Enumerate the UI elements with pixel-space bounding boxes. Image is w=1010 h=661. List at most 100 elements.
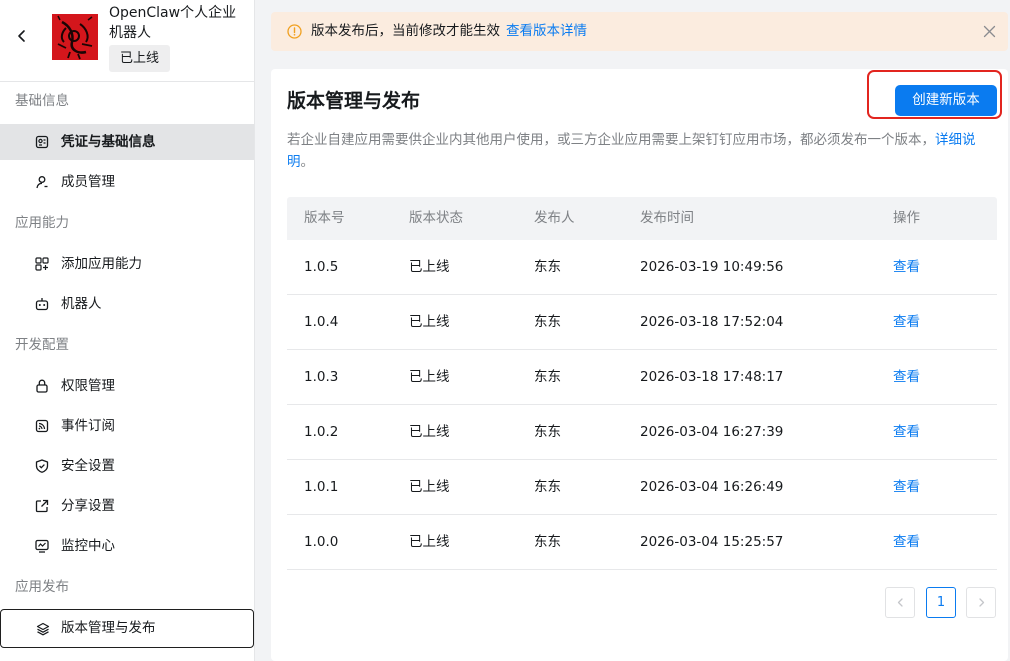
version-management-card: 版本管理与发布 创建新版本 若企业自建应用需要供企业内其他用户使用，或三方企业应… bbox=[271, 69, 1008, 661]
close-icon[interactable] bbox=[983, 25, 996, 38]
app-header: OpenClaw个人企业机器人 已上线 bbox=[0, 0, 254, 82]
lobster-logo-icon bbox=[52, 14, 98, 60]
pagination-prev-button[interactable] bbox=[885, 587, 915, 618]
back-button[interactable] bbox=[12, 26, 32, 46]
table-row: 1.0.1 已上线 东东 2026-03-04 16:26:49 查看 bbox=[287, 460, 997, 515]
monitor-icon bbox=[35, 539, 49, 553]
pagination-next-button[interactable] bbox=[966, 587, 996, 618]
sidebar-item-label: 监控中心 bbox=[61, 538, 115, 554]
apps-add-icon bbox=[35, 257, 49, 271]
cell-status: 已上线 bbox=[409, 534, 450, 550]
cell-version: 1.0.0 bbox=[304, 534, 339, 550]
layers-icon bbox=[36, 622, 50, 636]
cell-status: 已上线 bbox=[409, 314, 450, 330]
sidebar-item-members[interactable]: 成员管理 bbox=[0, 164, 254, 200]
column-header-publisher: 发布人 bbox=[534, 210, 575, 226]
cell-time: 2026-03-18 17:52:04 bbox=[640, 314, 784, 330]
sidebar-item-label: 凭证与基础信息 bbox=[61, 134, 156, 150]
cell-publisher: 东东 bbox=[534, 314, 561, 330]
sidebar: OpenClaw个人企业机器人 已上线 基础信息 凭证与基础信息 成员管理 应用… bbox=[0, 0, 255, 661]
sidebar-item-label: 成员管理 bbox=[61, 174, 115, 190]
chevron-left-icon bbox=[897, 598, 903, 607]
view-link[interactable]: 查看 bbox=[893, 515, 920, 569]
cell-time: 2026-03-18 17:48:17 bbox=[640, 369, 784, 385]
cell-publisher: 东东 bbox=[534, 479, 561, 495]
table-row: 1.0.4 已上线 东东 2026-03-18 17:52:04 查看 bbox=[287, 295, 997, 350]
version-table: 版本号 版本状态 发布人 发布时间 操作 1.0.5 已上线 东东 2026-0… bbox=[287, 197, 997, 570]
sidebar-item-label: 分享设置 bbox=[61, 498, 115, 514]
cell-version: 1.0.3 bbox=[304, 369, 339, 385]
sidebar-item-add-capability[interactable]: 添加应用能力 bbox=[0, 246, 254, 282]
view-link[interactable]: 查看 bbox=[893, 240, 920, 294]
view-version-details-link[interactable]: 查看版本详情 bbox=[506, 23, 587, 39]
cell-publisher: 东东 bbox=[534, 259, 561, 275]
sidebar-item-credentials[interactable]: 凭证与基础信息 bbox=[0, 124, 254, 160]
sidebar-item-label: 权限管理 bbox=[61, 378, 115, 394]
lock-icon bbox=[36, 379, 48, 393]
view-link[interactable]: 查看 bbox=[893, 350, 920, 404]
cell-publisher: 东东 bbox=[534, 534, 561, 550]
chevron-right-icon bbox=[978, 598, 984, 607]
app-status-badge: 已上线 bbox=[109, 45, 171, 72]
robot-icon bbox=[35, 298, 49, 311]
nav-group-dev-config: 开发配置 bbox=[15, 337, 69, 353]
table-row: 1.0.0 已上线 东东 2026-03-04 15:25:57 查看 bbox=[287, 515, 997, 570]
table-header: 版本号 版本状态 发布人 发布时间 操作 bbox=[287, 197, 997, 240]
credential-icon bbox=[35, 135, 49, 149]
notice-message: 版本发布后，当前修改才能生效 bbox=[311, 23, 500, 39]
cell-status: 已上线 bbox=[409, 479, 450, 495]
table-body: 1.0.5 已上线 东东 2026-03-19 10:49:56 查看 1.0.… bbox=[287, 240, 997, 570]
app-name: OpenClaw个人企业机器人 bbox=[109, 5, 237, 41]
sidebar-item-label: 机器人 bbox=[61, 296, 102, 312]
view-link[interactable]: 查看 bbox=[893, 405, 920, 459]
sidebar-item-version-management[interactable]: 版本管理与发布 bbox=[0, 609, 254, 648]
sidebar-item-label: 版本管理与发布 bbox=[61, 620, 156, 636]
view-link[interactable]: 查看 bbox=[893, 460, 920, 514]
sidebar-item-event-subscription[interactable]: 事件订阅 bbox=[0, 408, 254, 444]
cell-version: 1.0.2 bbox=[304, 424, 339, 440]
sidebar-item-label: 安全设置 bbox=[61, 458, 115, 474]
rss-icon bbox=[35, 419, 49, 433]
column-header-time: 发布时间 bbox=[640, 210, 694, 226]
shield-icon bbox=[35, 459, 49, 473]
cell-status: 已上线 bbox=[409, 424, 450, 440]
sidebar-item-label: 事件订阅 bbox=[61, 418, 115, 434]
sidebar-item-monitor[interactable]: 监控中心 bbox=[0, 528, 254, 564]
cell-version: 1.0.1 bbox=[304, 479, 339, 495]
page-description: 若企业自建应用需要供企业内其他用户使用，或三方企业应用需要上架钉钉应用市场，都必… bbox=[287, 129, 993, 173]
table-row: 1.0.3 已上线 东东 2026-03-18 17:48:17 查看 bbox=[287, 350, 997, 405]
cell-time: 2026-03-19 10:49:56 bbox=[640, 259, 784, 275]
notice-banner: 版本发布后，当前修改才能生效 查看版本详情 bbox=[271, 12, 1008, 51]
cell-version: 1.0.5 bbox=[304, 259, 339, 275]
notice-text: 版本发布后，当前修改才能生效 查看版本详情 bbox=[311, 12, 587, 51]
nav-group-basic-info: 基础信息 bbox=[15, 93, 69, 109]
cell-publisher: 东东 bbox=[534, 424, 561, 440]
pagination-page-button[interactable]: 1 bbox=[926, 587, 956, 618]
sidebar-item-robot[interactable]: 机器人 bbox=[0, 286, 254, 322]
share-icon bbox=[35, 499, 49, 513]
cell-time: 2026-03-04 16:27:39 bbox=[640, 424, 784, 440]
sidebar-item-label: 添加应用能力 bbox=[61, 256, 142, 272]
chevron-left-icon bbox=[18, 30, 25, 42]
nav-group-app-capabilities: 应用能力 bbox=[15, 215, 69, 231]
column-header-status: 版本状态 bbox=[409, 210, 463, 226]
cell-status: 已上线 bbox=[409, 259, 450, 275]
description-text: 若企业自建应用需要供企业内其他用户使用，或三方企业应用需要上架钉钉应用市场，都必… bbox=[287, 132, 935, 148]
cell-time: 2026-03-04 15:25:57 bbox=[640, 534, 784, 550]
column-header-action: 操作 bbox=[893, 210, 920, 226]
user-icon bbox=[36, 176, 48, 189]
view-link[interactable]: 查看 bbox=[893, 295, 920, 349]
nav-group-app-release: 应用发布 bbox=[15, 579, 69, 595]
page-title: 版本管理与发布 bbox=[287, 90, 421, 112]
cell-status: 已上线 bbox=[409, 369, 450, 385]
sidebar-item-permissions[interactable]: 权限管理 bbox=[0, 368, 254, 404]
cell-time: 2026-03-04 16:26:49 bbox=[640, 479, 784, 495]
app-logo bbox=[52, 14, 98, 60]
create-version-button[interactable]: 创建新版本 bbox=[895, 85, 997, 116]
column-header-version: 版本号 bbox=[304, 210, 345, 226]
cell-publisher: 东东 bbox=[534, 369, 561, 385]
info-warning-icon bbox=[287, 24, 302, 39]
cell-version: 1.0.4 bbox=[304, 314, 339, 330]
sidebar-item-security[interactable]: 安全设置 bbox=[0, 448, 254, 484]
sidebar-item-share[interactable]: 分享设置 bbox=[0, 488, 254, 524]
